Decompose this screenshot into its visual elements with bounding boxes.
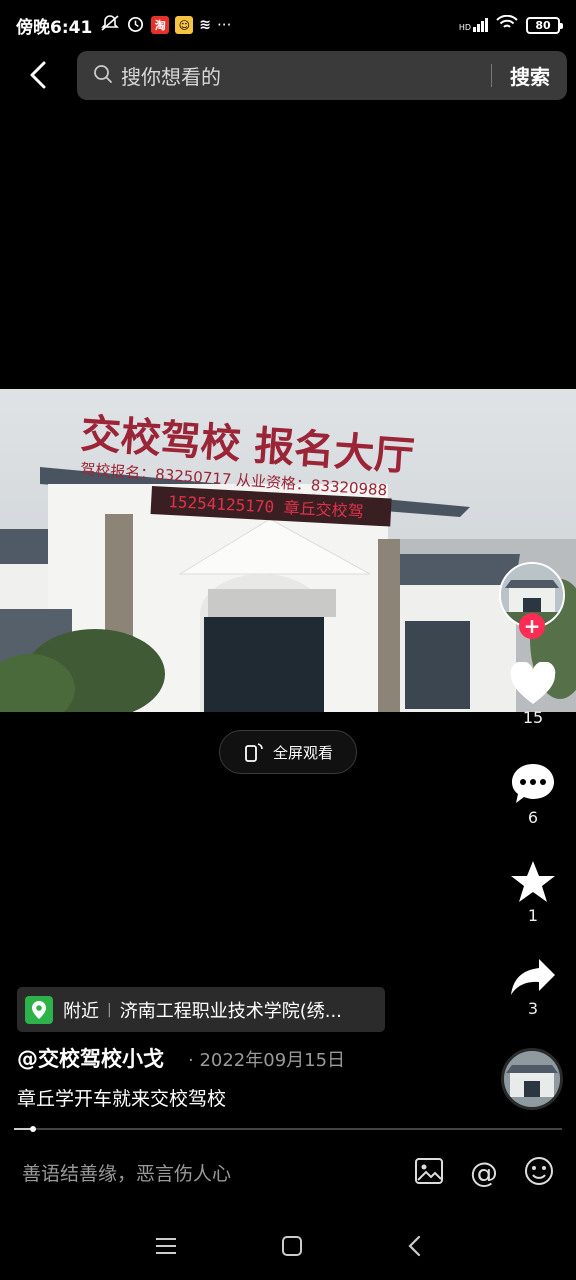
favorite-count: 1 [527, 906, 539, 925]
location-name: 济南工程职业技术学院(绣... [119, 1000, 342, 1022]
share-arrow-icon [511, 959, 555, 995]
home-icon[interactable] [281, 1235, 303, 1261]
star-icon [511, 861, 555, 902]
rotate-screen-icon [245, 743, 263, 762]
location-separator: | [107, 1001, 112, 1018]
signal-icon: HD [459, 18, 488, 32]
wifi-icon [496, 14, 518, 35]
comment-icon [512, 764, 554, 803]
emoji-icon[interactable] [524, 1156, 554, 1190]
status-bar: 傍晚6:41 淘 ☺ ≋ ··· HD 80 [0, 0, 576, 50]
follow-button[interactable]: + [519, 613, 545, 639]
like-count: 15 [522, 708, 544, 727]
search-bar[interactable]: 搜你想看的 搜索 [77, 51, 567, 100]
comment-input[interactable]: 善语结善缘，恶言伤人心 [22, 1159, 231, 1186]
nav-back-icon[interactable] [407, 1235, 421, 1261]
alarm-icon [126, 14, 145, 37]
mute-icon [100, 14, 120, 36]
search-icon [93, 64, 113, 88]
location-chip[interactable]: 附近 | 济南工程职业技术学院(绣... [17, 987, 385, 1032]
app-notification-icon-2: ≋ [199, 17, 212, 33]
video-player[interactable]: 交校驾校 报名大厅 驾校报名：83250717 从业资格：83320988 15… [0, 389, 576, 712]
fullscreen-button[interactable]: 全屏观看 [219, 730, 357, 774]
more-notifications: ··· [217, 16, 232, 34]
battery-icon: 80 [526, 16, 563, 34]
fullscreen-label: 全屏观看 [272, 743, 333, 762]
back-arrow-icon [30, 61, 46, 89]
like-button[interactable]: 15 [500, 662, 566, 727]
comment-bar: 善语结善缘，恶言伤人心 @ [0, 1140, 576, 1205]
author-name[interactable]: @交校驾校小戈 [17, 1043, 164, 1073]
author-row: @交校驾校小戈 · 2022年09月15日 [17, 1043, 345, 1073]
mention-icon[interactable]: @ [470, 1156, 498, 1189]
location-prefix: 附近 [63, 1000, 99, 1022]
heart-icon [510, 662, 556, 704]
search-button[interactable]: 搜索 [510, 61, 550, 90]
status-time: 傍晚6:41 [16, 17, 93, 38]
taobao-icon: 淘 [151, 16, 170, 34]
app-notification-icon: ☺ [175, 16, 194, 34]
music-disc-image [504, 1051, 560, 1107]
share-count: 3 [527, 999, 539, 1018]
share-button[interactable]: 3 [500, 957, 566, 1018]
search-input[interactable]: 搜你想看的 [121, 61, 221, 90]
post-date: · 2022年09月15日 [188, 1050, 346, 1071]
location-pin-icon [25, 995, 53, 1024]
image-icon[interactable] [414, 1157, 444, 1189]
comment-count: 6 [527, 808, 539, 827]
progress-knob[interactable] [30, 1126, 37, 1132]
system-nav-bar [0, 1215, 576, 1280]
back-button[interactable] [18, 55, 58, 95]
comment-button[interactable]: 6 [500, 762, 566, 827]
video-progress-bar[interactable] [14, 1126, 562, 1132]
video-thumbnail: 交校驾校 报名大厅 驾校报名：83250717 从业资格：83320988 15… [0, 389, 576, 712]
menu-icon[interactable] [155, 1237, 177, 1259]
video-caption: 章丘学开车就来交校驾校 [17, 1088, 227, 1110]
favorite-button[interactable]: 1 [500, 860, 566, 925]
music-disc[interactable] [501, 1048, 563, 1110]
search-divider [491, 64, 492, 87]
network-type: HD [458, 23, 471, 32]
